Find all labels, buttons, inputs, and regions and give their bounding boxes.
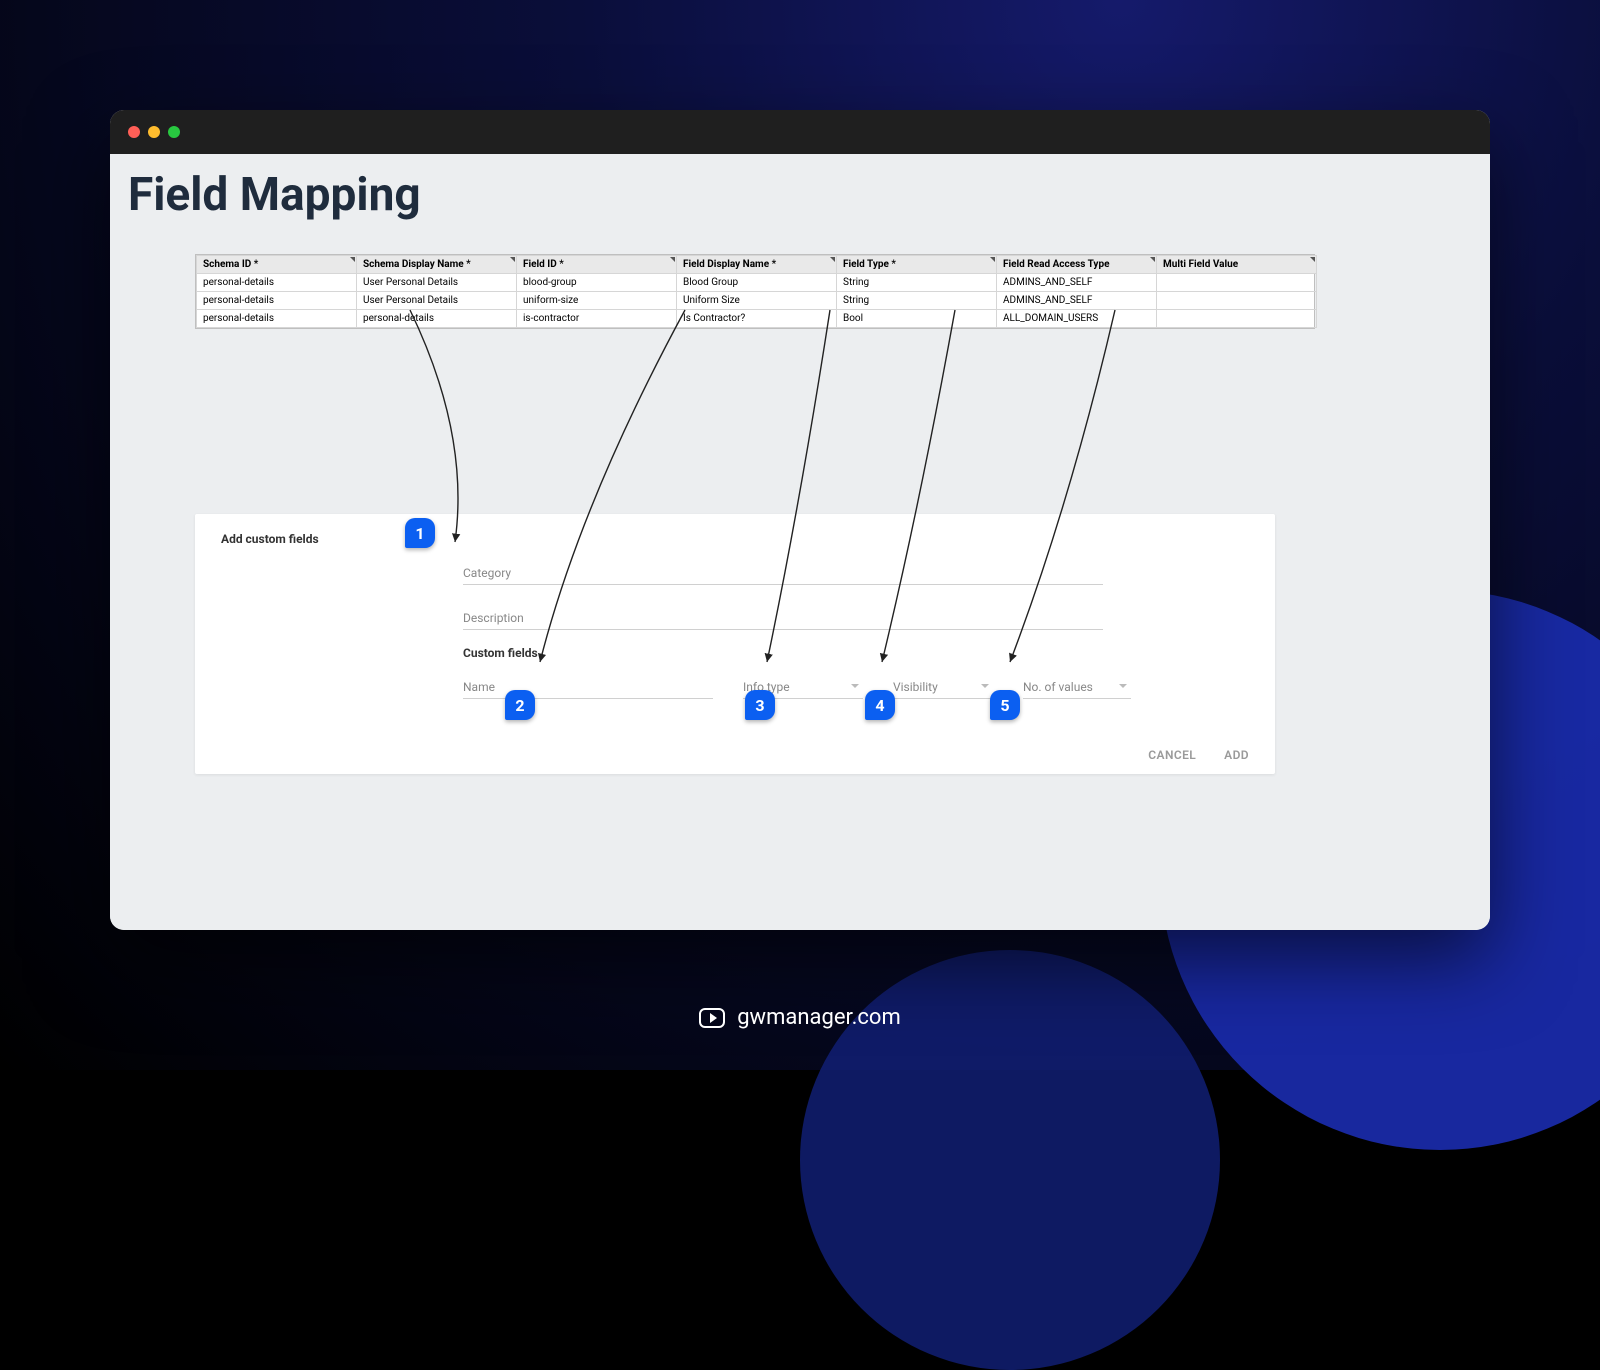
youtube-icon <box>699 1008 725 1028</box>
table-header-row: Schema ID * Schema Display Name * Field … <box>197 256 1317 274</box>
brand-footer: gwmanager.com <box>0 1005 1600 1030</box>
description-label: Description <box>463 611 524 625</box>
panel-title: Add custom fields <box>221 532 1249 546</box>
window-minimize-icon[interactable] <box>148 126 160 138</box>
category-label: Category <box>463 566 511 580</box>
visibility-label: Visibility <box>893 680 938 694</box>
page-title: Field Mapping <box>128 168 421 222</box>
name-label: Name <box>463 680 495 694</box>
description-input[interactable]: Description <box>463 605 1103 630</box>
category-input[interactable]: Category <box>463 560 1103 585</box>
no-of-values-select[interactable]: No. of values <box>1023 674 1131 699</box>
custom-fields-subhead: Custom fields <box>463 646 1249 660</box>
badge-1: 1 <box>405 518 435 548</box>
page-canvas: Field Mapping Schema ID * Schema Display… <box>110 154 1490 930</box>
col-field-id[interactable]: Field ID * <box>517 256 677 274</box>
col-field-type[interactable]: Field Type * <box>837 256 997 274</box>
browser-window: Field Mapping Schema ID * Schema Display… <box>110 110 1490 930</box>
col-read-access[interactable]: Field Read Access Type <box>997 256 1157 274</box>
badge-2: 2 <box>505 690 535 720</box>
visibility-select[interactable]: Visibility <box>893 674 993 699</box>
brand-text: gwmanager.com <box>737 1005 901 1030</box>
name-input[interactable]: Name <box>463 674 713 699</box>
col-field-display-name[interactable]: Field Display Name * <box>677 256 837 274</box>
table-row[interactable]: personal-details personal-details is-con… <box>197 310 1317 328</box>
table-row[interactable]: personal-details User Personal Details b… <box>197 274 1317 292</box>
col-schema-id[interactable]: Schema ID * <box>197 256 357 274</box>
badge-5: 5 <box>990 690 1020 720</box>
titlebar <box>110 110 1490 154</box>
window-close-icon[interactable] <box>128 126 140 138</box>
col-schema-display-name[interactable]: Schema Display Name * <box>357 256 517 274</box>
badge-3: 3 <box>745 690 775 720</box>
table-row[interactable]: personal-details User Personal Details u… <box>197 292 1317 310</box>
no-of-values-label: No. of values <box>1023 680 1093 694</box>
badge-4: 4 <box>865 690 895 720</box>
add-button[interactable]: ADD <box>1224 748 1249 762</box>
col-multi-field-value[interactable]: Multi Field Value <box>1157 256 1317 274</box>
field-mapping-table: Schema ID * Schema Display Name * Field … <box>195 254 1315 329</box>
window-maximize-icon[interactable] <box>168 126 180 138</box>
cancel-button[interactable]: CANCEL <box>1148 748 1196 762</box>
add-custom-fields-panel: Add custom fields Category Description C… <box>195 514 1275 774</box>
